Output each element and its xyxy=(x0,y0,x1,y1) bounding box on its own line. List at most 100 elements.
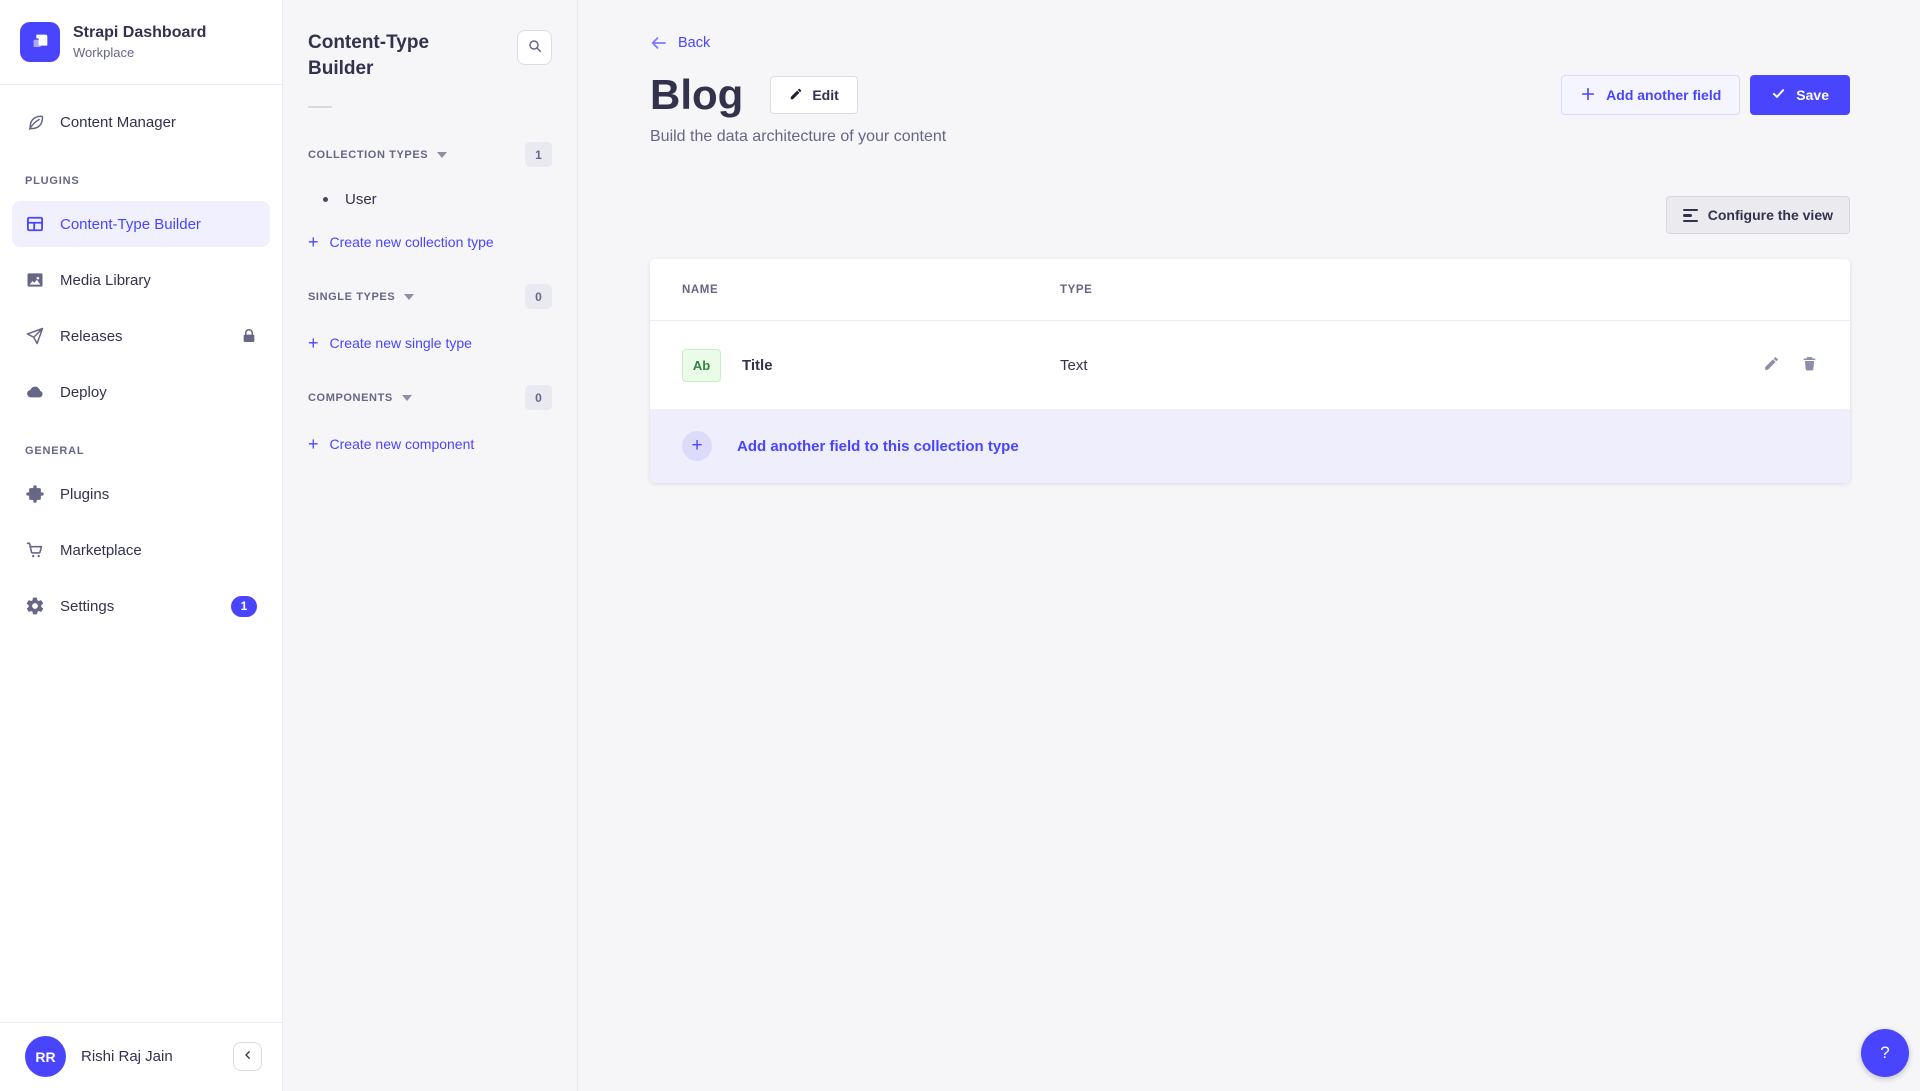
feather-icon xyxy=(25,112,45,132)
sidebar-item-content-type-builder[interactable]: Content-Type Builder xyxy=(12,201,270,247)
field-name: Title xyxy=(742,357,773,374)
sidebar-section-plugins: PLUGINS xyxy=(25,175,257,187)
brand-text: Strapi Dashboard Workplace xyxy=(73,23,206,61)
bullet-icon xyxy=(323,197,328,202)
caret-down-icon xyxy=(404,294,414,300)
back-link[interactable]: Back xyxy=(650,34,710,52)
lock-icon xyxy=(241,328,257,344)
brand: Strapi Dashboard Workplace xyxy=(0,0,282,85)
brand-title: Strapi Dashboard xyxy=(73,23,206,43)
section-collection-types[interactable]: COLLECTION TYPES 1 xyxy=(308,142,552,167)
sidebar-item-releases[interactable]: Releases xyxy=(12,313,270,359)
panel-header: Content-Type Builder xyxy=(308,30,552,82)
pencil-icon xyxy=(789,87,803,104)
section-single-types[interactable]: SINGLE TYPES 0 xyxy=(308,284,552,309)
create-link-label: Create new collection type xyxy=(330,234,494,250)
plus-icon xyxy=(1580,86,1596,105)
chevron-left-icon xyxy=(242,1049,254,1064)
plus-icon: + xyxy=(308,235,319,249)
plus-icon: + xyxy=(308,437,319,451)
sidebar-item-label: Releases xyxy=(60,328,123,345)
section-count-badge: 0 xyxy=(525,385,552,410)
create-link-label: Create new component xyxy=(330,436,475,452)
edit-button[interactable]: Edit xyxy=(770,76,857,114)
create-single-type-link[interactable]: + Create new single type xyxy=(308,335,552,351)
table-header-name: NAME xyxy=(682,284,1060,296)
create-link-label: Create new single type xyxy=(330,335,472,351)
sidebar-section-general: GENERAL xyxy=(25,445,257,457)
section-count-badge: 0 xyxy=(525,284,552,309)
collection-type-label: User xyxy=(345,191,377,208)
layout-grid-icon xyxy=(25,214,45,234)
add-field-label: Add another field xyxy=(1606,87,1721,103)
sidebar-item-media-library[interactable]: Media Library xyxy=(12,257,270,303)
save-button[interactable]: Save xyxy=(1750,75,1850,115)
arrow-left-icon xyxy=(650,34,668,52)
user-name: Rishi Raj Jain xyxy=(81,1048,173,1065)
save-label: Save xyxy=(1796,87,1829,103)
add-field-row-label: Add another field to this collection typ… xyxy=(737,438,1019,455)
check-icon xyxy=(1771,86,1786,104)
sidebar-item-label: Content-Type Builder xyxy=(60,216,201,233)
gear-icon xyxy=(25,596,45,616)
edit-label: Edit xyxy=(812,87,838,103)
user-avatar: RR xyxy=(25,1036,66,1077)
content-type-builder-panel: Content-Type Builder COLLECTION TYPES 1 … xyxy=(283,0,578,1091)
text-field-type-badge: Ab xyxy=(682,349,721,382)
table-header-row: NAME TYPE xyxy=(650,259,1850,321)
sidebar-item-label: Deploy xyxy=(60,384,107,401)
puzzle-icon xyxy=(25,484,45,504)
field-type: Text xyxy=(1060,357,1088,374)
cart-icon xyxy=(25,540,45,560)
settings-notification-badge: 1 xyxy=(231,596,257,617)
cloud-icon xyxy=(25,382,45,402)
sidebar-item-marketplace[interactable]: Marketplace xyxy=(12,527,270,573)
page-subtitle: Build the data architecture of your cont… xyxy=(650,128,1850,146)
sidebar-item-label: Settings xyxy=(60,598,114,615)
sidebar-item-deploy[interactable]: Deploy xyxy=(12,369,270,415)
panel-title: Content-Type Builder xyxy=(308,30,463,82)
header-actions: Add another field Save xyxy=(1561,75,1850,115)
sidebar-item-label: Media Library xyxy=(60,272,151,289)
app-root: Strapi Dashboard Workplace Content Manag… xyxy=(0,0,1920,1091)
sidebar-item-content-manager[interactable]: Content Manager xyxy=(12,99,270,145)
search-icon xyxy=(527,38,543,57)
fields-table-card: NAME TYPE Ab Title Text xyxy=(650,259,1850,483)
trash-icon xyxy=(1801,355,1818,375)
sidebar-nav: Content Manager PLUGINS Content-Type Bui… xyxy=(0,85,282,1022)
create-collection-type-link[interactable]: + Create new collection type xyxy=(308,234,552,250)
add-another-field-button[interactable]: Add another field xyxy=(1561,75,1740,115)
plus-icon: + xyxy=(308,336,319,350)
delete-field-button[interactable] xyxy=(1801,355,1818,375)
help-button[interactable]: ? xyxy=(1861,1029,1909,1077)
collection-type-item-user[interactable]: User xyxy=(308,191,552,208)
section-components[interactable]: COMPONENTS 0 xyxy=(308,385,552,410)
table-row[interactable]: Ab Title Text xyxy=(650,321,1850,409)
panel-divider xyxy=(308,106,332,108)
main-sidebar: Strapi Dashboard Workplace Content Manag… xyxy=(0,0,283,1091)
edit-field-button[interactable] xyxy=(1763,355,1780,375)
sidebar-item-plugins[interactable]: Plugins xyxy=(12,471,270,517)
sidebar-item-label: Plugins xyxy=(60,486,109,503)
image-icon xyxy=(25,270,45,290)
main-content: Back Blog Edit Add xyxy=(578,0,1920,1091)
table-header-type: TYPE xyxy=(1060,284,1092,296)
strapi-logo-icon xyxy=(20,22,60,62)
add-field-to-collection-row[interactable]: + Add another field to this collection t… xyxy=(650,409,1850,483)
section-label: SINGLE TYPES xyxy=(308,291,395,303)
plus-circle-icon: + xyxy=(682,431,712,461)
row-actions xyxy=(1763,355,1818,375)
configure-view-button[interactable]: Configure the view xyxy=(1666,196,1850,234)
configure-label: Configure the view xyxy=(1708,207,1833,223)
caret-down-icon xyxy=(437,152,447,158)
collapse-sidebar-button[interactable] xyxy=(233,1042,262,1071)
section-label: COLLECTION TYPES xyxy=(308,149,428,161)
search-button[interactable] xyxy=(517,30,552,65)
sidebar-item-settings[interactable]: Settings 1 xyxy=(12,583,270,629)
pencil-icon xyxy=(1763,355,1780,375)
create-component-link[interactable]: + Create new component xyxy=(308,436,552,452)
configure-row: Configure the view xyxy=(650,196,1850,234)
brand-subtitle: Workplace xyxy=(73,45,206,61)
back-label: Back xyxy=(678,35,710,51)
page-title: Blog xyxy=(650,70,743,120)
